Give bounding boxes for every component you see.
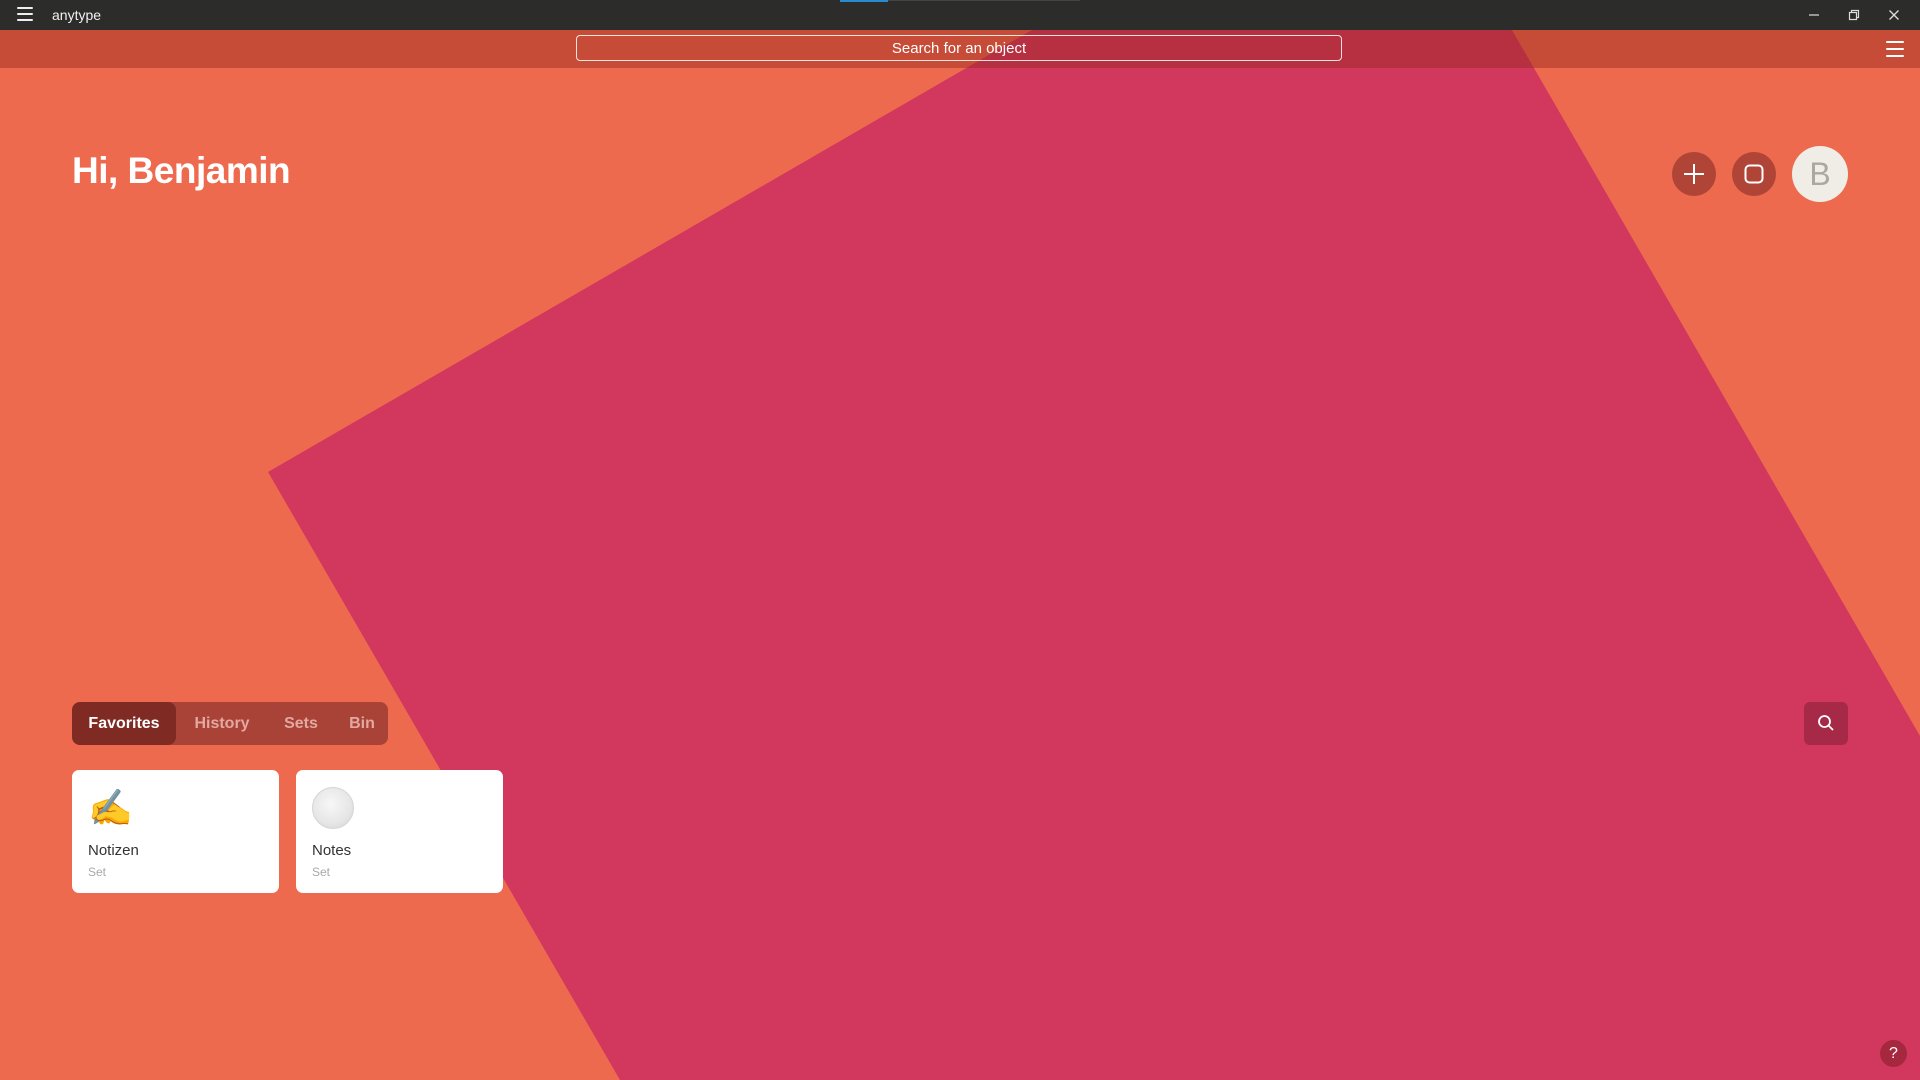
app-menu-icon[interactable] xyxy=(17,7,33,22)
writing-hand-icon: ✍️ xyxy=(88,787,133,828)
object-card[interactable]: Notes Set xyxy=(296,770,503,893)
minimize-button[interactable] xyxy=(1794,0,1834,30)
grey-circle-icon xyxy=(312,787,354,829)
tab-favorites[interactable]: Favorites xyxy=(72,702,176,745)
tab-indicator xyxy=(840,0,888,2)
library-button[interactable] xyxy=(1732,152,1776,196)
square-icon xyxy=(1744,164,1764,184)
card-title: Notizen xyxy=(88,842,139,859)
add-object-button[interactable] xyxy=(1672,152,1716,196)
close-button[interactable] xyxy=(1874,0,1914,30)
home-tabs: Favorites History Sets Bin xyxy=(72,702,388,745)
avatar[interactable]: B xyxy=(1792,146,1848,202)
restore-button[interactable] xyxy=(1834,0,1874,30)
title-bar: anytype xyxy=(0,0,1920,30)
main-menu-icon[interactable] xyxy=(1886,41,1904,57)
object-card[interactable]: ✍️ Notizen Set xyxy=(72,770,279,893)
close-icon xyxy=(1889,10,1899,20)
tab-indicator-track xyxy=(888,0,1080,1)
plus-icon xyxy=(1684,164,1704,184)
card-type: Set xyxy=(312,865,331,879)
search-button[interactable] xyxy=(1804,702,1848,745)
search-input[interactable]: Search for an object xyxy=(576,35,1342,61)
minimize-icon xyxy=(1809,14,1819,16)
search-header: Search for an object xyxy=(0,30,1920,68)
app-title: anytype xyxy=(52,7,102,23)
restore-icon xyxy=(1848,9,1860,21)
tab-history[interactable]: History xyxy=(178,702,266,745)
help-button[interactable]: ? xyxy=(1880,1040,1907,1067)
search-icon xyxy=(1818,715,1834,731)
card-title: Notes xyxy=(312,842,352,859)
tab-sets[interactable]: Sets xyxy=(266,702,336,745)
greeting-title: Hi, Benjamin xyxy=(72,150,291,191)
tab-bin[interactable]: Bin xyxy=(336,702,388,745)
card-type: Set xyxy=(88,865,107,879)
